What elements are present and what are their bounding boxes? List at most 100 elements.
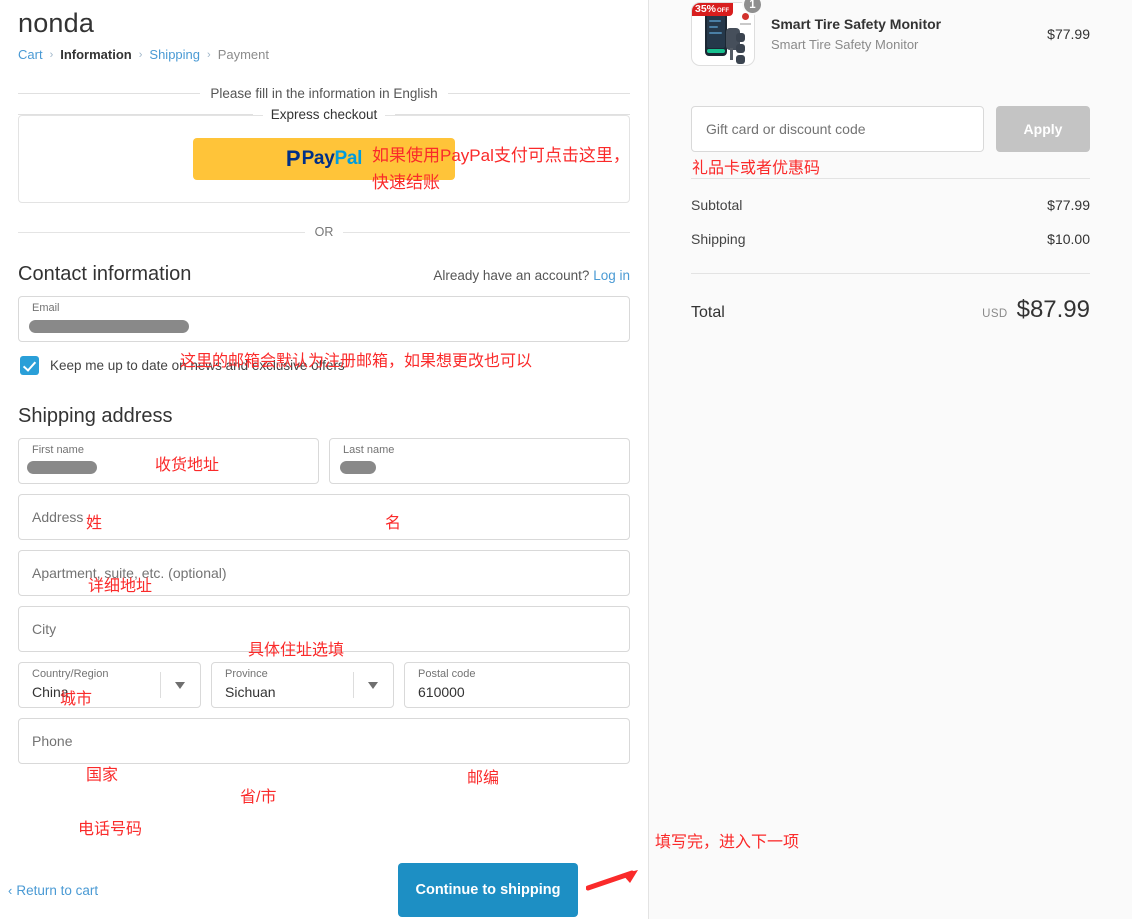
chevron-down-icon bbox=[175, 682, 185, 689]
screen-bar bbox=[709, 32, 722, 34]
total-value: $87.99 bbox=[1017, 296, 1090, 324]
breadcrumb-item-information[interactable]: Information bbox=[60, 46, 132, 64]
breadcrumb: Cart › Information › Shipping › Payment bbox=[18, 46, 638, 64]
breadcrumb-item-shipping[interactable]: Shipping bbox=[149, 46, 200, 64]
quantity-badge: 1 bbox=[742, 0, 763, 15]
first-name-redaction-scribble bbox=[27, 461, 97, 474]
order-line-item: 35% OFF 1 Smart Tire Safety Monitor Smar… bbox=[691, 0, 1090, 66]
continue-to-shipping-button[interactable]: Continue to shipping bbox=[398, 863, 578, 917]
country-dropdown-arrow[interactable] bbox=[160, 663, 200, 707]
product-title: Smart Tire Safety Monitor bbox=[771, 15, 1031, 34]
first-name-field[interactable]: First name bbox=[18, 438, 319, 484]
order-summary-panel: 35% OFF 1 Smart Tire Safety Monitor Smar… bbox=[648, 0, 1132, 919]
or-divider: OR bbox=[18, 225, 630, 239]
country-select[interactable]: Country/Region China bbox=[18, 662, 201, 708]
region-row: Country/Region China Province Sichuan Po… bbox=[18, 662, 630, 708]
sensor-cable bbox=[730, 48, 733, 60]
apply-discount-button[interactable]: Apply bbox=[996, 106, 1090, 152]
checkout-main-column: nonda Cart › Information › Shipping › Pa… bbox=[0, 0, 648, 919]
postal-code-field[interactable]: Postal code 610000 bbox=[404, 662, 630, 708]
paypal-button[interactable]: P PayPal bbox=[193, 138, 455, 180]
return-to-cart-label: Return to cart bbox=[16, 883, 98, 898]
shipping-row: Shipping $10.00 bbox=[691, 231, 1090, 247]
paypal-icon: P bbox=[286, 146, 301, 172]
apartment-placeholder: Apartment, suite, etc. (optional) bbox=[32, 565, 227, 581]
country-label: Country/Region bbox=[32, 668, 108, 680]
last-name-redaction-scribble bbox=[340, 461, 376, 474]
country-value: China bbox=[32, 684, 69, 700]
discount-badge: 35% OFF bbox=[691, 2, 733, 16]
language-notice-text: Please fill in the information in Englis… bbox=[210, 86, 437, 101]
paypal-wordmark: PayPal bbox=[302, 148, 363, 170]
tire-sensor bbox=[736, 55, 745, 64]
screen-bar bbox=[709, 20, 721, 22]
breadcrumb-item-payment: Payment bbox=[218, 46, 269, 64]
last-name-field[interactable]: Last name bbox=[329, 438, 630, 484]
login-link[interactable]: Log in bbox=[593, 268, 630, 283]
name-row: First name Last name bbox=[18, 438, 630, 484]
shipping-label: Shipping bbox=[691, 231, 746, 247]
express-checkout-box: P PayPal bbox=[18, 115, 630, 203]
product-variant: Smart Tire Safety Monitor bbox=[771, 36, 1031, 54]
store-logo[interactable]: nonda bbox=[18, 4, 638, 40]
return-to-cart-link[interactable]: ‹ Return to cart bbox=[8, 883, 98, 898]
breadcrumb-separator: › bbox=[50, 46, 54, 64]
chevron-left-icon: ‹ bbox=[8, 883, 12, 898]
select-divider bbox=[160, 672, 161, 698]
chevron-down-icon bbox=[368, 682, 378, 689]
shipping-value: $10.00 bbox=[1047, 231, 1090, 247]
discount-code-input[interactable]: Gift card or discount code bbox=[691, 106, 984, 152]
breadcrumb-item-cart[interactable]: Cart bbox=[18, 46, 43, 64]
divider-line bbox=[448, 93, 630, 94]
city-field[interactable]: City bbox=[18, 606, 630, 652]
postal-code-label: Postal code bbox=[418, 668, 475, 680]
total-currency: USD bbox=[982, 308, 1007, 320]
contact-information-title: Contact information bbox=[18, 263, 191, 286]
product-thumbnail-wrap: 35% OFF 1 bbox=[691, 2, 755, 66]
newsletter-checkbox[interactable] bbox=[20, 356, 39, 375]
email-field-label: Email bbox=[32, 302, 60, 314]
discount-badge-percent: 35% bbox=[695, 4, 716, 14]
tire-sensor bbox=[736, 44, 745, 53]
summary-divider bbox=[691, 273, 1090, 274]
province-label: Province bbox=[225, 668, 268, 680]
screen-accent bbox=[707, 49, 725, 53]
shipping-address-header: Shipping address bbox=[18, 405, 630, 428]
province-select[interactable]: Province Sichuan bbox=[211, 662, 394, 708]
first-name-label: First name bbox=[32, 444, 84, 456]
total-label: Total bbox=[691, 304, 725, 322]
province-dropdown-arrow[interactable] bbox=[353, 663, 393, 707]
province-value: Sichuan bbox=[225, 684, 276, 700]
breadcrumb-separator: › bbox=[139, 46, 143, 64]
divider-line bbox=[18, 232, 305, 233]
shipping-address-title: Shipping address bbox=[18, 405, 173, 428]
total-amount: USD $87.99 bbox=[982, 296, 1090, 324]
city-placeholder: City bbox=[32, 621, 56, 637]
account-prompt-text: Already have an account? bbox=[433, 268, 589, 283]
email-field[interactable]: Email bbox=[18, 296, 630, 342]
subtotal-label: Subtotal bbox=[691, 197, 742, 213]
newsletter-checkbox-row[interactable]: Keep me up to date on news and exclusive… bbox=[20, 356, 630, 375]
postal-code-value: 610000 bbox=[418, 684, 465, 700]
phone-field[interactable]: Phone bbox=[18, 718, 630, 764]
select-divider bbox=[353, 672, 354, 698]
address-field[interactable]: Address bbox=[18, 494, 630, 540]
last-name-label: Last name bbox=[343, 444, 394, 456]
screen-bar bbox=[709, 26, 718, 28]
summary-divider bbox=[691, 178, 1090, 179]
newsletter-label: Keep me up to date on news and exclusive… bbox=[50, 358, 345, 373]
divider-line bbox=[18, 93, 200, 94]
total-row: Total USD $87.99 bbox=[691, 296, 1090, 324]
divider-line bbox=[343, 232, 630, 233]
apartment-field[interactable]: Apartment, suite, etc. (optional) bbox=[18, 550, 630, 596]
label-lines bbox=[740, 23, 751, 25]
address-placeholder: Address bbox=[32, 509, 83, 525]
product-price: $77.99 bbox=[1047, 26, 1090, 42]
discount-row: Gift card or discount code Apply bbox=[691, 106, 1090, 152]
language-notice: Please fill in the information in Englis… bbox=[18, 86, 630, 101]
email-redaction-scribble bbox=[29, 320, 189, 333]
discount-badge-off: OFF bbox=[717, 8, 729, 14]
account-prompt: Already have an account? Log in bbox=[433, 268, 630, 283]
paypal-wordmark-first: Pay bbox=[302, 148, 335, 170]
product-text: Smart Tire Safety Monitor Smart Tire Saf… bbox=[771, 15, 1031, 54]
